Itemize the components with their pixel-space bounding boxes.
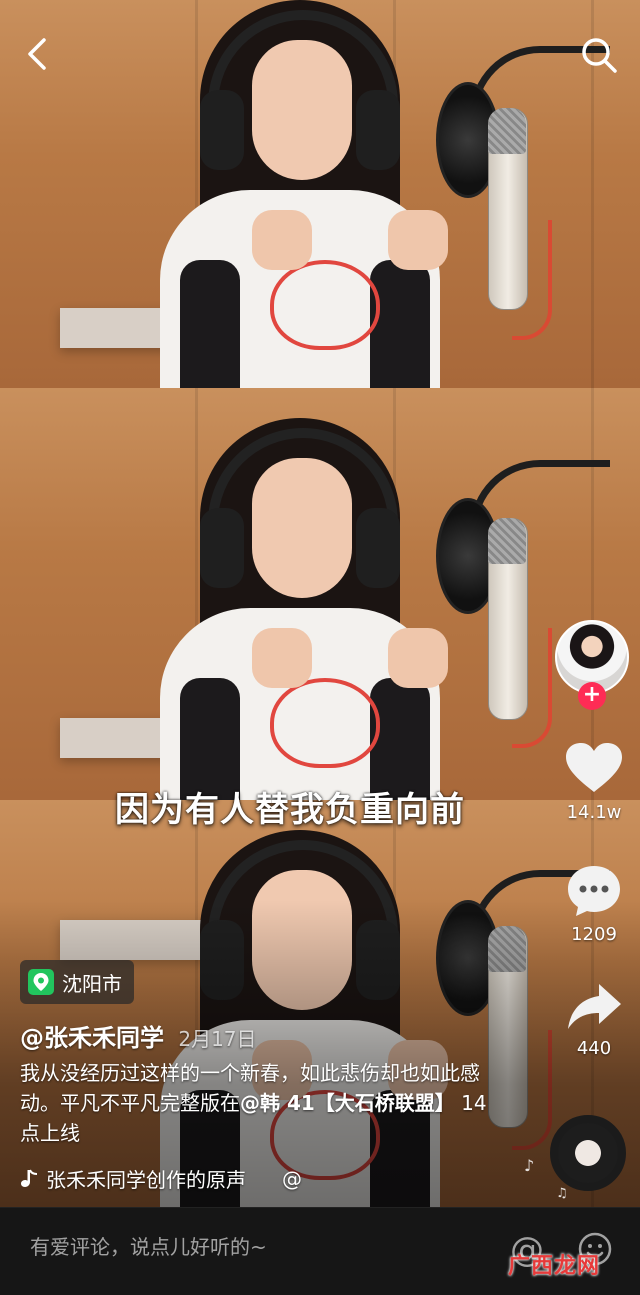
- location-pin-icon: [28, 969, 54, 995]
- author-line: @张禾禾同学 2月17日: [20, 1018, 257, 1053]
- post-date: 2月17日: [178, 1027, 257, 1051]
- video-frame-1: [0, 0, 640, 388]
- video-frame-2: [0, 388, 640, 800]
- location-chip[interactable]: 沈阳市: [20, 960, 134, 1004]
- comment-input[interactable]: [28, 1234, 472, 1260]
- singer-figure: [160, 418, 448, 800]
- mention-link[interactable]: @韩 41【大石桥联盟】: [240, 1091, 455, 1115]
- location-label: 沈阳市: [62, 971, 122, 996]
- share-button[interactable]: 440: [554, 982, 634, 1059]
- sound-link[interactable]: 张禾禾同学创作的原声 @: [20, 1164, 302, 1193]
- like-count: 14.1w: [566, 802, 622, 823]
- music-note-icon: [21, 1169, 38, 1187]
- comment-count: 1209: [571, 924, 617, 945]
- comment-bubble-icon: [568, 866, 620, 916]
- back-chevron-icon[interactable]: [18, 34, 58, 74]
- video-screen: 因为有人替我负重向前 + 14.1w 1209 440 ♪ ♫ 沈阳市 @张禾禾…: [0, 0, 640, 1295]
- site-watermark: 广西龙网: [508, 1254, 601, 1279]
- music-note-icon: ♫: [556, 1186, 568, 1201]
- music-disc-icon[interactable]: [550, 1115, 626, 1191]
- like-button[interactable]: 14.1w: [554, 742, 634, 823]
- music-note-icon: ♪: [524, 1156, 535, 1175]
- search-icon[interactable]: [578, 34, 620, 76]
- post-description: 我从没经历过这样的一个新春，如此悲伤却也如此感动。平凡不平凡完整版在@韩 41【…: [20, 1058, 500, 1148]
- singer-figure: [160, 0, 448, 388]
- sound-suffix: @: [282, 1166, 302, 1191]
- follow-button[interactable]: +: [578, 682, 606, 710]
- share-count: 440: [576, 1038, 612, 1059]
- sound-title: 张禾禾同学创作的原声: [46, 1168, 246, 1192]
- share-arrow-icon: [568, 984, 621, 1029]
- heart-icon: [566, 743, 622, 792]
- video-subtitle: 因为有人替我负重向前: [115, 790, 465, 830]
- author-name[interactable]: @张禾禾同学: [20, 1024, 164, 1052]
- comment-button[interactable]: 1209: [554, 864, 634, 945]
